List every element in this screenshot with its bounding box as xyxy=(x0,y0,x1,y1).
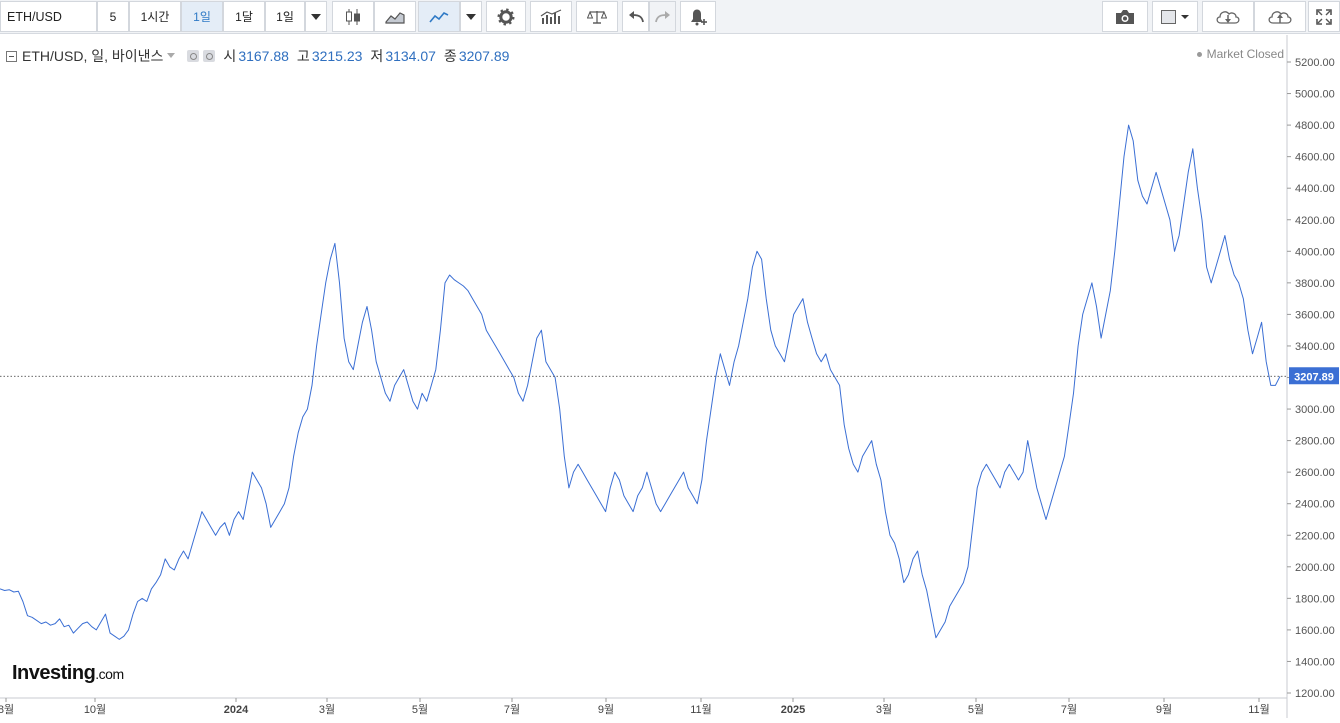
indicators-icon xyxy=(540,8,562,24)
symbol-search-input[interactable]: ETH/USD xyxy=(0,1,97,32)
undo-icon xyxy=(628,10,644,22)
candles-button[interactable] xyxy=(332,1,374,32)
legend-title[interactable]: ETH/USD, 일, 바이낸스 xyxy=(22,46,163,66)
line-chart-button[interactable] xyxy=(418,1,460,32)
market-status: Market Closed xyxy=(1196,47,1284,61)
legend-collapse-icon[interactable] xyxy=(6,50,17,62)
chart-type-dropdown-button[interactable] xyxy=(460,1,482,32)
investing-logo: Investing.com xyxy=(12,662,124,685)
y-tick-label: 4600.00 xyxy=(1295,152,1335,164)
legend-visibility-icon[interactable] xyxy=(203,50,216,62)
y-tick-label: 3800.00 xyxy=(1295,278,1335,290)
save-chart-button[interactable] xyxy=(1254,1,1306,32)
chart-toolbar: ETH/USD 5 1시간 1일 1달 1일 xyxy=(0,0,1340,34)
y-tick-label: 2600.00 xyxy=(1295,467,1335,479)
chart-legend: ETH/USD, 일, 바이낸스 시 3167.88 고 3215.23 저 3… xyxy=(6,46,509,66)
layout-button[interactable] xyxy=(1152,1,1198,32)
x-tick-label: 11월 xyxy=(1248,703,1270,716)
settings-button[interactable] xyxy=(486,1,526,32)
chevron-down-icon xyxy=(311,13,321,20)
y-tick-label: 4000.00 xyxy=(1295,246,1335,258)
status-dot-icon xyxy=(1196,52,1202,58)
legend-settings-icon[interactable] xyxy=(187,50,200,62)
cloud-upload-icon xyxy=(1268,10,1292,24)
x-tick-label: 9월 xyxy=(1156,703,1172,716)
interval-1d-button[interactable]: 1일 xyxy=(181,1,223,32)
price-line[interactable] xyxy=(0,124,1281,640)
line-chart-icon xyxy=(429,11,449,23)
interval-5-button[interactable]: 5 xyxy=(97,1,129,32)
y-tick-label: 1400.00 xyxy=(1295,656,1335,668)
x-tick-label: 2025 xyxy=(781,704,805,716)
open-value: 3167.88 xyxy=(238,48,289,64)
y-tick-label: 5000.00 xyxy=(1295,89,1335,101)
last-price-label: 3207.89 xyxy=(1294,371,1334,383)
x-tick-label: 8월 xyxy=(0,703,14,716)
candlestick-icon xyxy=(346,8,360,25)
area-chart-button[interactable] xyxy=(374,1,416,32)
area-chart-icon xyxy=(385,11,405,24)
redo-icon xyxy=(654,10,670,22)
x-tick-label: 3월 xyxy=(319,703,335,716)
cloud-download-icon xyxy=(1216,10,1240,24)
price-chart[interactable]: 1200.00 1400.00 1600.00 1800.00 2000.00 2200.… xyxy=(0,35,1340,718)
x-tick-label: 7월 xyxy=(1061,703,1077,716)
interval-dropdown-button[interactable] xyxy=(305,1,327,32)
fullscreen-icon xyxy=(1316,8,1332,25)
bell-plus-icon xyxy=(691,9,707,25)
undo-button[interactable] xyxy=(622,1,649,32)
logo-main: Investing xyxy=(12,662,96,684)
open-label: 시 xyxy=(223,48,237,64)
high-value: 3215.23 xyxy=(311,48,363,64)
x-tick-label: 2024 xyxy=(224,704,249,716)
x-tick-label: 9월 xyxy=(598,703,614,716)
interval-1m-button[interactable]: 1달 xyxy=(223,1,265,32)
gear-icon xyxy=(497,7,515,26)
y-tick-label: 1200.00 xyxy=(1295,688,1335,700)
close-value: 3207.89 xyxy=(458,48,510,64)
screenshot-button[interactable] xyxy=(1102,1,1148,32)
y-tick-label: 2800.00 xyxy=(1295,436,1335,448)
interval-1h-button[interactable]: 1시간 xyxy=(129,1,181,32)
time-axis[interactable]: 8월 10월 2024 3월 5월 7월 9월 11월 2025 3월 5월 7월 9월 11월 xyxy=(0,698,1270,716)
x-tick-label: 3월 xyxy=(876,703,892,716)
y-tick-label: 1800.00 xyxy=(1295,593,1335,605)
y-tick-label: 3400.00 xyxy=(1295,341,1335,353)
x-tick-label: 7월 xyxy=(504,703,520,716)
y-tick-label: 2200.00 xyxy=(1295,530,1335,542)
scale-icon xyxy=(587,10,607,24)
fullscreen-button[interactable] xyxy=(1308,1,1340,32)
y-tick-label: 4800.00 xyxy=(1295,120,1335,132)
indicators-button[interactable] xyxy=(530,1,572,32)
redo-button[interactable] xyxy=(649,1,676,32)
logo-suffix: .com xyxy=(95,666,124,682)
y-tick-label: 2400.00 xyxy=(1295,499,1335,511)
market-status-text: Market Closed xyxy=(1206,47,1284,61)
close-label: 종 xyxy=(443,48,457,64)
camera-icon xyxy=(1116,9,1134,24)
compare-button[interactable] xyxy=(576,1,618,32)
y-tick-label: 5200.00 xyxy=(1295,57,1335,69)
chart-area[interactable]: 1200.00 1400.00 1600.00 1800.00 2000.00 2200.… xyxy=(0,35,1340,718)
x-tick-label: 5월 xyxy=(412,703,428,716)
x-tick-label: 11월 xyxy=(690,703,712,716)
y-tick-label: 1600.00 xyxy=(1295,625,1335,637)
load-chart-button[interactable] xyxy=(1202,1,1254,32)
interval-select[interactable]: 1일 xyxy=(265,1,305,32)
x-tick-label: 10월 xyxy=(84,703,106,716)
y-tick-label: 3600.00 xyxy=(1295,309,1335,321)
low-label: 저 xyxy=(370,48,384,64)
x-tick-label: 5월 xyxy=(968,703,984,716)
y-tick-label: 3000.00 xyxy=(1295,404,1335,416)
y-tick-label: 4400.00 xyxy=(1295,183,1335,195)
layout-square-icon xyxy=(1161,9,1189,24)
y-tick-label: 4200.00 xyxy=(1295,215,1335,227)
chevron-down-icon[interactable] xyxy=(167,53,177,59)
high-label: 고 xyxy=(296,48,310,64)
chevron-down-icon xyxy=(466,13,476,20)
alert-button[interactable] xyxy=(680,1,716,32)
low-value: 3134.07 xyxy=(385,48,436,64)
y-tick-label: 2000.00 xyxy=(1295,562,1335,574)
